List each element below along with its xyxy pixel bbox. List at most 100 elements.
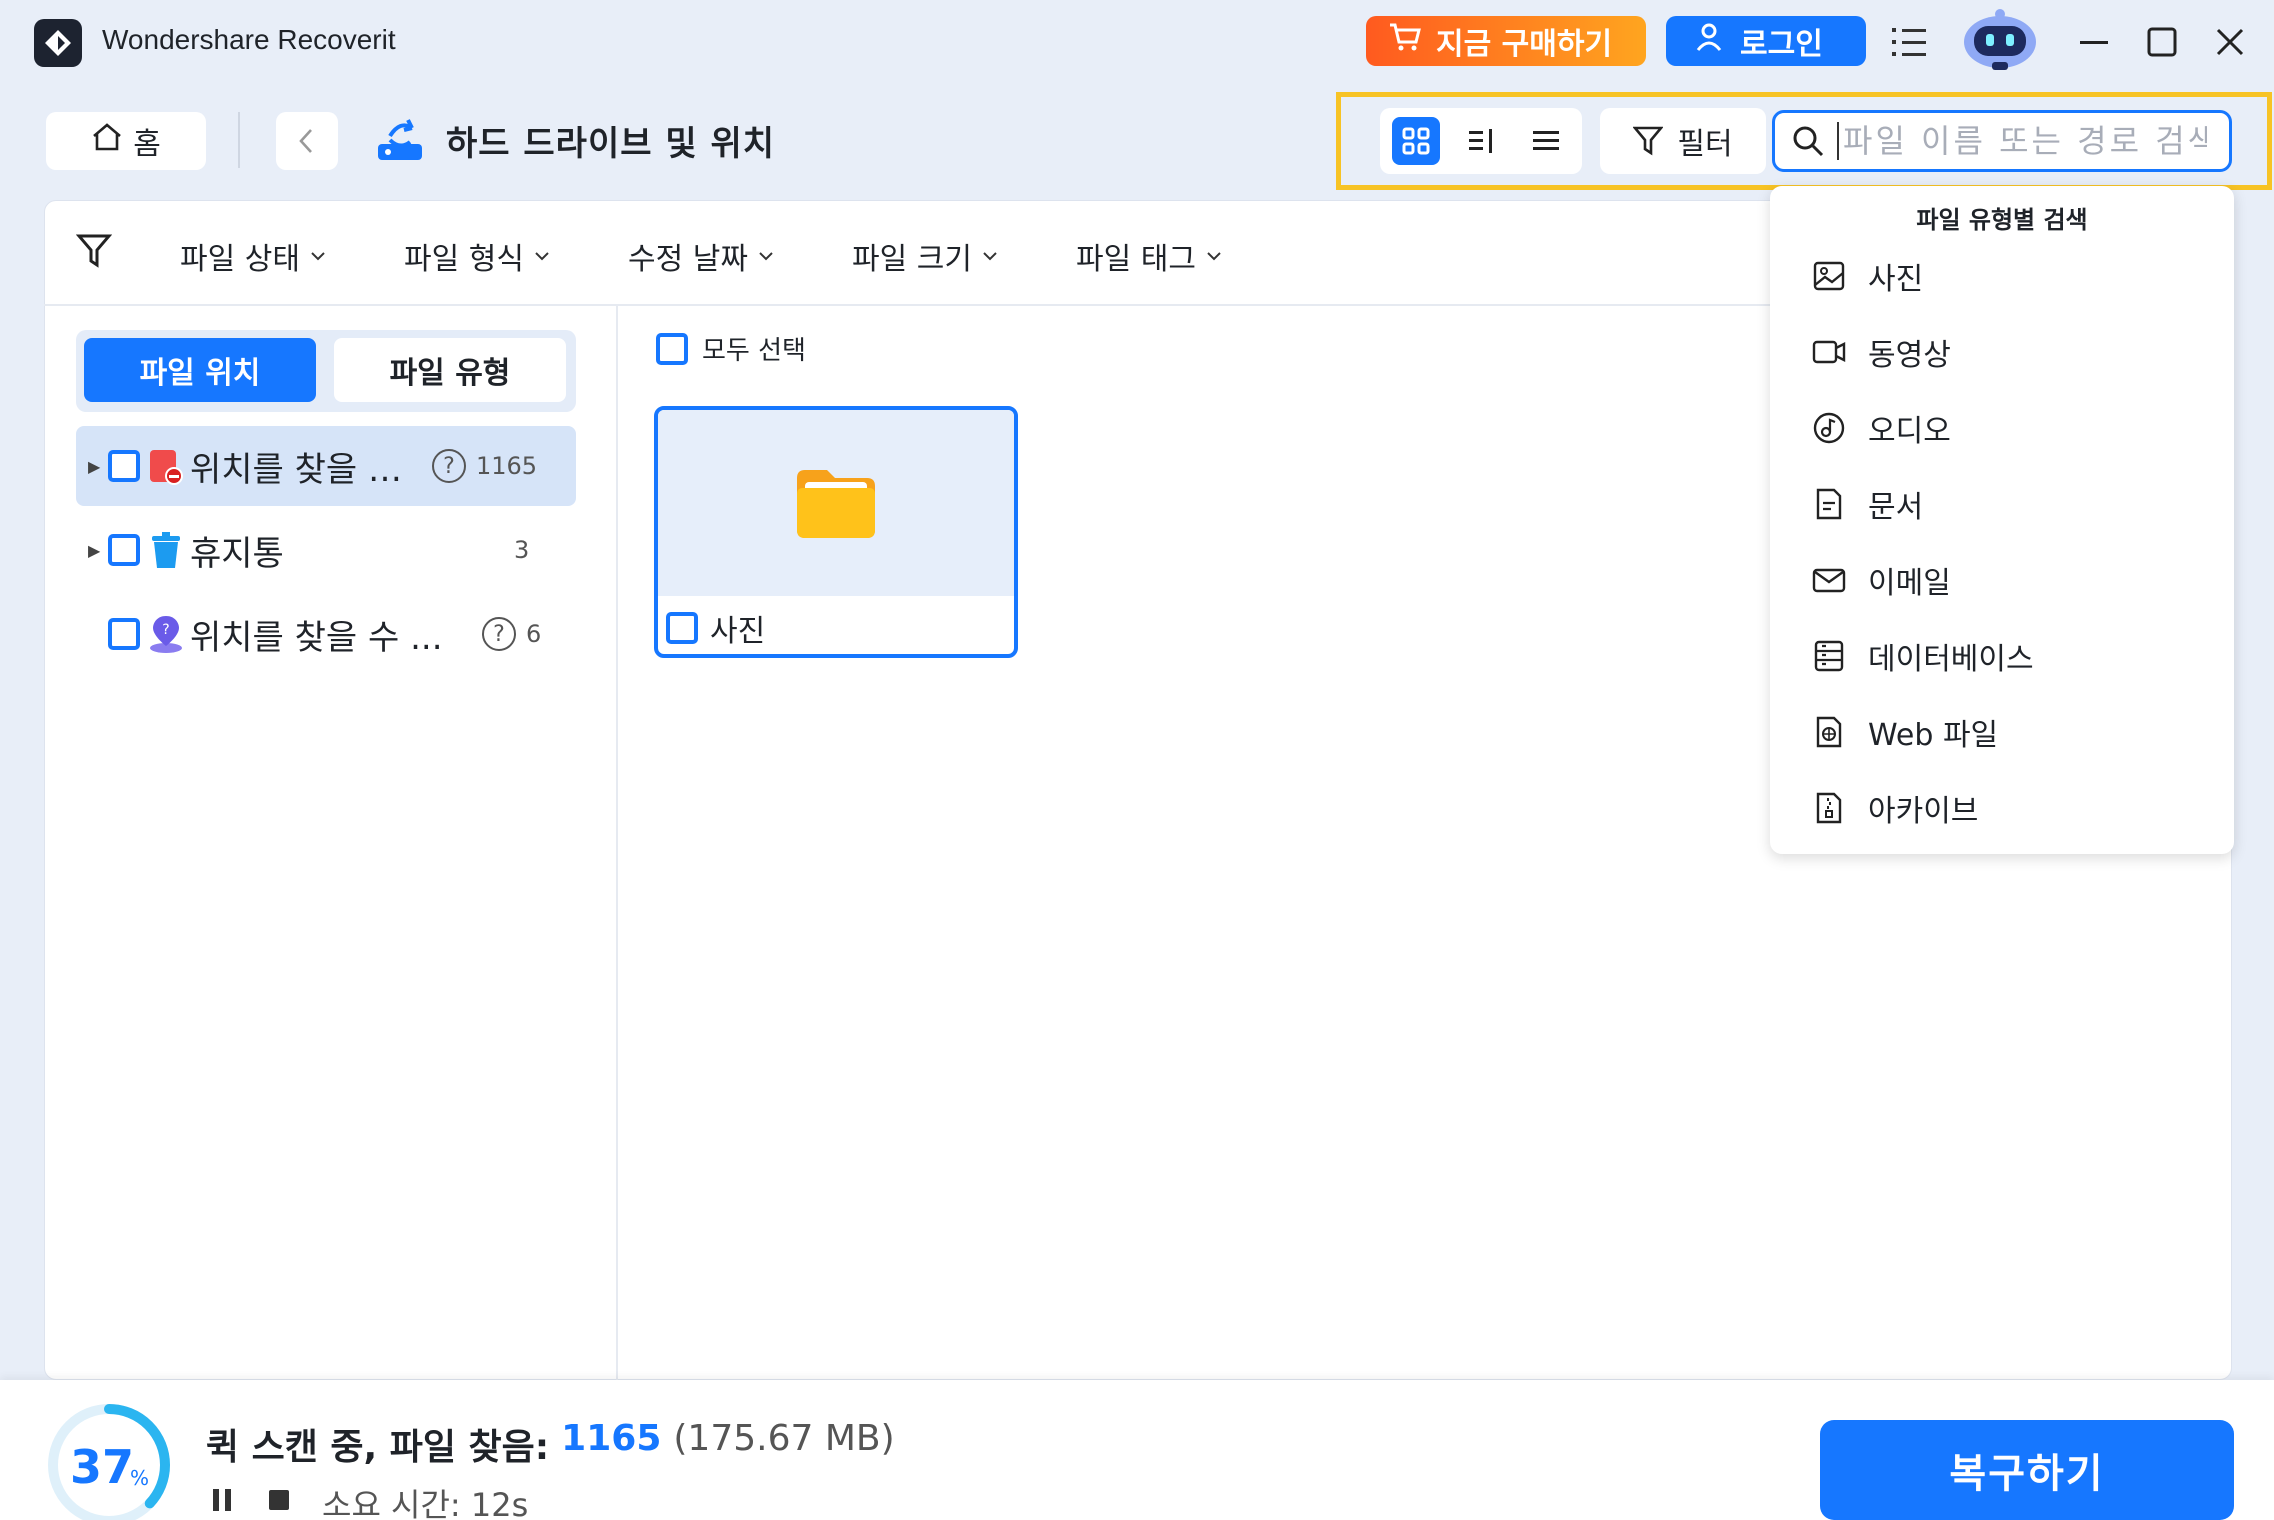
home-label: 홈 [133,127,161,162]
progress-value: 37 [70,1440,135,1494]
buy-now-label: 지금 구매하기 [1436,27,1613,62]
app-title: Wondershare Recoverit [102,24,396,55]
stop-button[interactable] [266,1484,292,1520]
dropdown-item-audio[interactable]: 오디오 [1812,398,1951,458]
tab-file-location[interactable]: 파일 위치 [84,338,316,402]
tree-item-label: 위치를 찾을 수... [190,449,424,490]
chevron-down-icon [1207,252,1221,261]
buy-now-button[interactable]: 지금 구매하기 [1366,16,1646,66]
tree-item-trash[interactable]: ▶ 휴지통 3 [76,510,576,590]
folder-footer: 사진 [666,606,765,650]
filter-file-format[interactable]: 파일 형식 [404,234,550,278]
dropdown-item-archive[interactable]: 아카이브 [1812,778,1978,838]
login-button[interactable]: 로그인 [1666,16,1866,66]
left-tab-group: 파일 위치 파일 유형 [76,330,576,412]
dropdown-item-video[interactable]: 동영상 [1812,322,1951,382]
pause-button[interactable] [210,1484,236,1520]
dropdown-item-document[interactable]: 문서 [1812,474,1923,534]
dropdown-item-email[interactable]: 이메일 [1812,550,1951,610]
drive-sync-icon [374,114,426,166]
grid-view-icon [1402,127,1430,155]
dropdown-item-label: 이메일 [1868,566,1951,601]
detail-view-button[interactable] [1458,117,1506,165]
scan-controls: 소요 시간: 12s [210,1480,528,1520]
app-logo-icon [34,19,82,67]
chevron-down-icon [311,252,325,261]
user-icon [1696,22,1722,60]
dropdown-title: 파일 유형별 검색 [1916,206,2088,234]
minimize-button[interactable] [2074,22,2114,62]
filter-bar-funnel-icon[interactable] [75,232,116,272]
tree-checkbox[interactable] [108,534,140,566]
folder-card-photos[interactable]: 사진 [654,406,1018,658]
tree-checkbox[interactable] [108,618,140,650]
tree-item-unknown-location[interactable]: ▶ 위치를 찾을 수... ? 1165 [76,426,576,506]
svg-text:?: ? [162,622,169,638]
help-icon[interactable]: ? [482,617,516,651]
close-button[interactable] [2210,22,2250,62]
list-view-button[interactable] [1522,117,1570,165]
filter-file-status-label: 파일 상태 [180,242,300,277]
tree-checkbox[interactable] [108,450,140,482]
recover-button[interactable]: 복구하기 [1820,1420,2234,1520]
folder-checkbox[interactable] [666,612,698,644]
chevron-down-icon [759,252,773,261]
folder-icon [797,470,875,538]
filter-file-status[interactable]: 파일 상태 [180,234,326,278]
list-menu-icon[interactable] [1890,22,1930,62]
search-input[interactable] [1837,122,2207,160]
chevron-left-icon [299,129,312,153]
nav-divider [238,112,240,168]
filter-file-size[interactable]: 파일 크기 [852,234,998,278]
dropdown-item-database[interactable]: 데이터베이스 [1812,626,2034,686]
home-icon [91,122,123,160]
ai-assistant-avatar[interactable] [1950,6,2050,72]
tree-item-count: 3 [514,536,530,564]
filter-button[interactable]: 필터 [1600,108,1766,174]
dropdown-item-label: 동영상 [1868,338,1951,373]
audio-icon [1813,412,1845,444]
image-icon [1813,261,1845,291]
scan-prefix: 퀵 스캔 중, 파일 찾음: [206,1427,550,1468]
back-button[interactable] [276,112,338,170]
tree-item-label: 휴지통 [190,533,284,574]
tree-item-count: 6 [526,620,542,648]
grid-view-button[interactable] [1392,117,1440,165]
select-all-control[interactable]: 모두 선택 [656,330,806,367]
tree-item-unknown-location-2[interactable]: ▶ ? 위치를 찾을 수 ... ? 6 [76,594,576,674]
help-icon[interactable]: ? [432,449,466,483]
file-type-search-dropdown: 파일 유형별 검색 사진 동영상 오디오 문서 이메일 데이터베이스 Web 파… [1770,186,2234,854]
trash-icon [148,530,184,570]
filter-file-tag[interactable]: 파일 태그 [1076,234,1222,278]
dropdown-item-web-file[interactable]: Web 파일 [1812,702,1998,762]
tree-item-label: 위치를 찾을 수 ... [190,617,443,658]
email-icon [1812,568,1846,593]
select-all-checkbox[interactable] [656,332,688,365]
filter-modified-date[interactable]: 수정 날짜 [628,234,774,278]
filter-label: 필터 [1677,127,1733,162]
dropdown-item-photo[interactable]: 사진 [1812,246,1923,306]
filter-file-size-label: 파일 크기 [852,242,972,277]
stop-icon [269,1490,289,1510]
location-title: 하드 드라이브 및 위치 [446,124,776,164]
tab-file-type[interactable]: 파일 유형 [334,338,566,402]
select-all-label: 모두 선택 [702,336,806,366]
archive-icon [1816,792,1842,824]
progress-unit: % [130,1466,150,1490]
search-icon [1793,126,1824,157]
maximize-button[interactable] [2142,22,2182,62]
search-field[interactable] [1772,110,2232,172]
filter-modified-date-label: 수정 날짜 [628,242,748,277]
folder-label: 사진 [710,614,766,649]
funnel-icon [1633,126,1664,156]
chevron-down-icon [983,252,997,261]
dropdown-item-label: Web 파일 [1868,718,1999,753]
dropdown-item-label: 사진 [1868,262,1924,297]
home-button[interactable]: 홈 [46,112,206,170]
video-icon [1812,340,1846,364]
expand-caret-icon[interactable]: ▶ [88,457,108,476]
elapsed-time: 소요 시간: 12s [322,1486,529,1520]
filter-file-tag-label: 파일 태그 [1076,242,1196,277]
expand-caret-icon[interactable]: ▶ [88,541,108,560]
pause-icon [213,1489,231,1511]
